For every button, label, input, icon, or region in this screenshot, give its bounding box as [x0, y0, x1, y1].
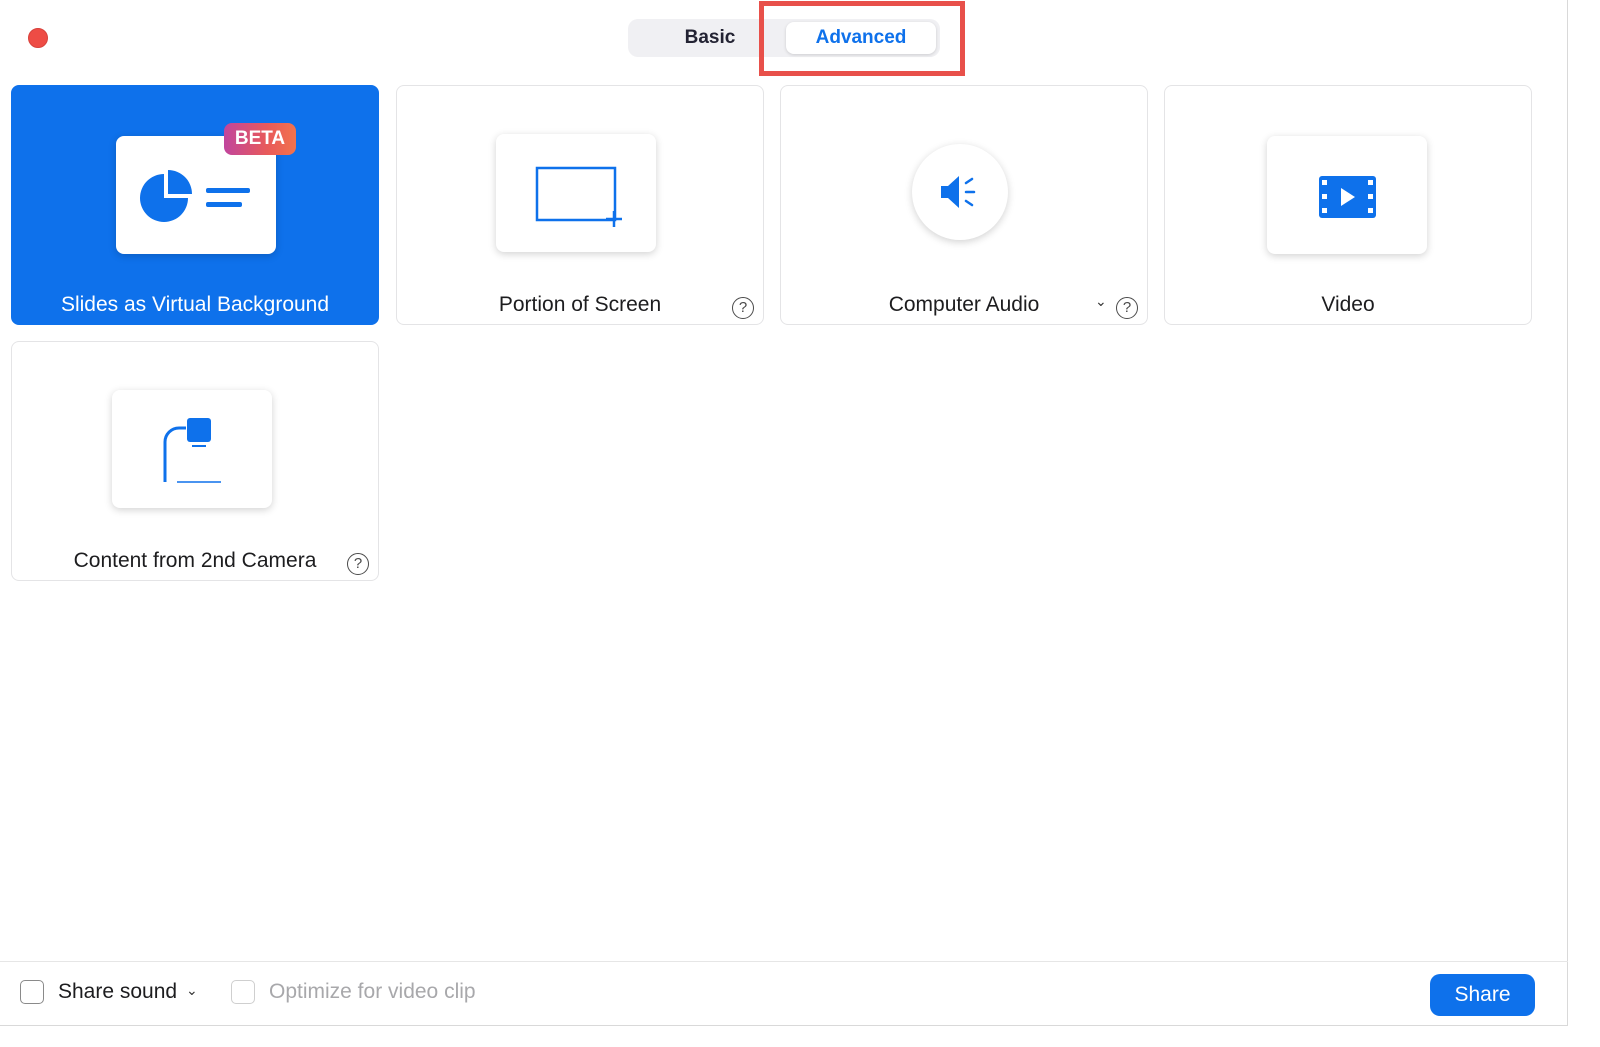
- tile-label: Content from 2nd Camera: [73, 549, 317, 572]
- beta-badge: BETA: [224, 123, 296, 155]
- optimize-video-clip-label: Optimize for video clip: [269, 980, 476, 1003]
- portion-thumbnail: [496, 134, 656, 252]
- share-button[interactable]: Share: [1430, 974, 1535, 1016]
- tile-video[interactable]: Video: [1164, 85, 1532, 325]
- tile-label: Slides as Virtual Background: [60, 293, 330, 316]
- film-play-icon: [1319, 176, 1376, 218]
- tile-portion-of-screen[interactable]: Portion of Screen ?: [396, 85, 764, 325]
- share-sound-label[interactable]: Share sound: [58, 978, 177, 1006]
- tile-content-from-2nd-camera[interactable]: Content from 2nd Camera ?: [11, 341, 379, 581]
- share-sound-chevron-down-icon[interactable]: ⌄: [186, 982, 198, 999]
- tab-basic[interactable]: Basic: [634, 22, 786, 54]
- tile-slides-as-virtual-background[interactable]: BETA Slides as Virtual Background: [11, 85, 379, 325]
- help-icon[interactable]: ?: [1116, 297, 1138, 319]
- audio-thumbnail: [912, 144, 1008, 240]
- help-icon[interactable]: ?: [347, 553, 369, 575]
- footer-divider: [0, 961, 1568, 962]
- help-icon[interactable]: ?: [732, 297, 754, 319]
- optimize-video-clip-checkbox[interactable]: [231, 980, 255, 1004]
- document-camera-icon: [163, 418, 221, 483]
- chevron-down-icon[interactable]: ⌄: [1095, 293, 1107, 310]
- share-screen-window: Basic Advanced BETA Slides as Virtual Ba…: [0, 0, 1568, 1026]
- tile-computer-audio[interactable]: Computer Audio ⌄ ?: [780, 85, 1148, 325]
- tile-label: Video: [1321, 293, 1375, 316]
- speaker-icon: [941, 176, 976, 208]
- portion-of-screen-icon: [535, 166, 622, 227]
- tab-advanced[interactable]: Advanced: [786, 22, 936, 54]
- tile-label: Portion of Screen: [498, 293, 662, 316]
- camera-thumbnail: [112, 390, 272, 508]
- basic-advanced-segmented-control: Basic Advanced: [628, 19, 940, 57]
- video-thumbnail: [1267, 136, 1427, 254]
- share-sound-checkbox[interactable]: [20, 980, 44, 1004]
- tile-label: Computer Audio: [888, 293, 1040, 316]
- close-window-button[interactable]: [28, 28, 48, 48]
